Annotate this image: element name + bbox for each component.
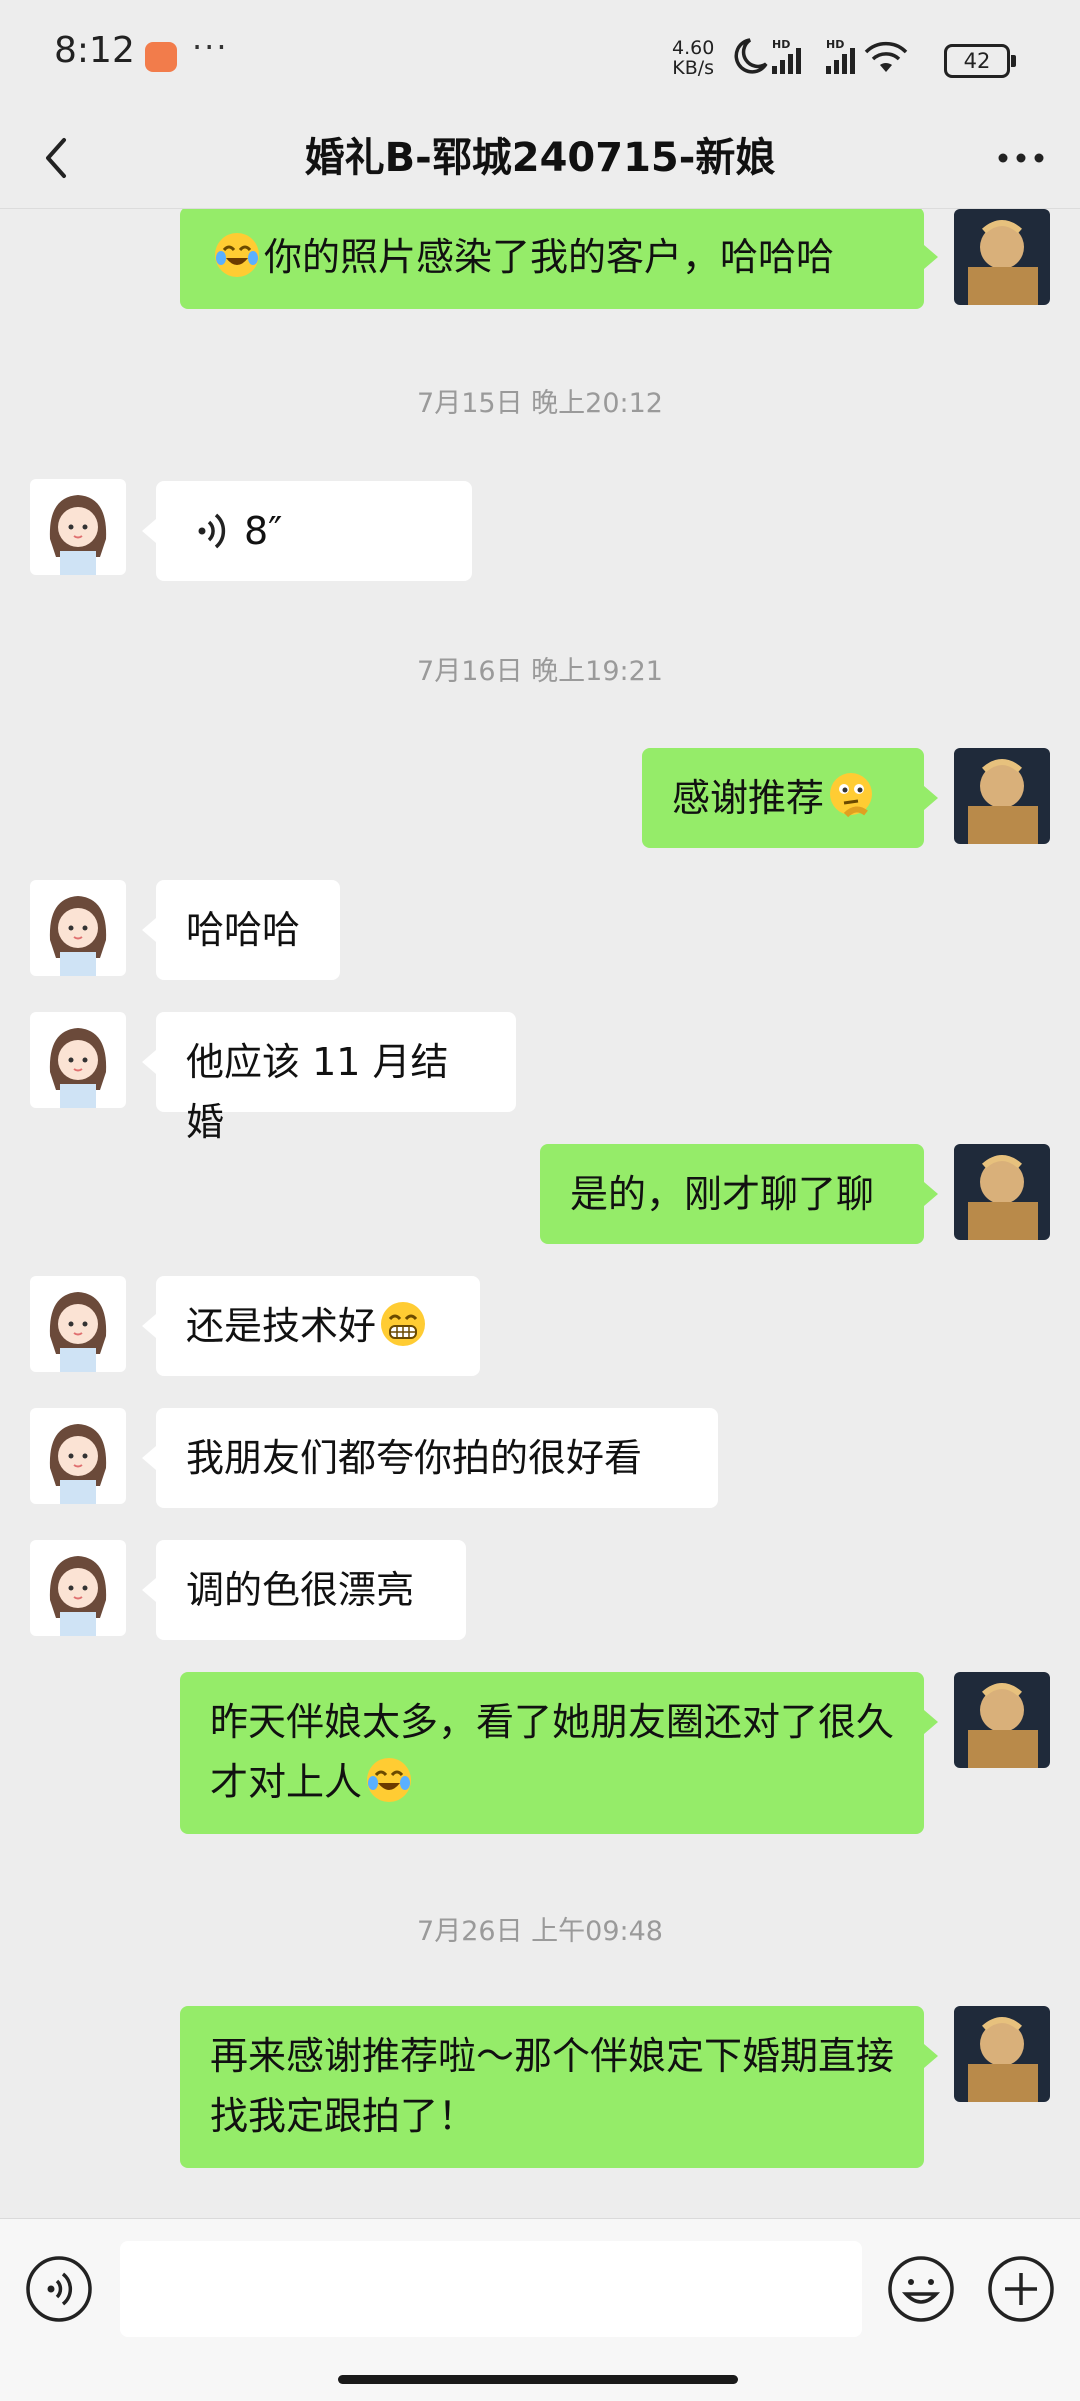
avatar-contact[interactable] [30,1540,126,1636]
plus-icon [988,2256,1054,2322]
message-text: 再来感谢推荐啦～那个伴娘定下婚期直接找我定跟拍了！ [210,2034,895,2138]
chevron-left-icon [46,138,66,178]
more-dots-icon [998,153,1044,163]
more-options-button[interactable] [986,128,1056,188]
wifi-icon [864,41,908,72]
message-bubble-in[interactable]: 调的色很漂亮 [142,1540,466,1640]
message-text: 是的，刚才聊了聊 [570,1172,875,1216]
avatar-self[interactable] [954,748,1050,844]
svg-text:HD: HD [772,38,790,51]
message-bubble-in[interactable]: 他应该 11 月结婚 [142,1012,516,1144]
chat-header: 婚礼B-郓城240715-新娘 [0,110,1080,209]
status-time: 8:12 [54,30,135,71]
chat-messages[interactable]: 你的照片感染了我的客户，哈哈哈 7月15日 晚上20:12 8″ 7月16日 晚… [0,209,1080,2217]
message-bubble-in[interactable]: 哈哈哈 [142,880,340,980]
status-bar: 8:12 ··· 4.60 KB/s HD HD 42 [0,0,1080,110]
voice-icon [26,2256,92,2322]
message-bubble-in[interactable]: 我朋友们都夸你拍的很好看 [142,1408,718,1508]
home-indicator[interactable] [338,2375,738,2384]
message-text: 他应该 11 月结婚 [186,1040,449,1144]
timestamp: 7月16日 晚上19:21 [417,656,663,687]
grin-emoji-icon [381,1302,426,1346]
thinking-emoji-icon [830,773,873,818]
chat-title: 婚礼B-郓城240715-新娘 [304,135,776,181]
status-icons: HD HD [734,38,908,74]
avatar-contact[interactable] [30,1276,126,1372]
message-bubble-out[interactable]: 你的照片感染了我的客户，哈哈哈 [180,209,938,309]
emoji-button[interactable] [886,2254,956,2324]
message-bubble-out[interactable]: 昨天伴娘太多，看了她朋友圈还对了很久才对上人 [180,1672,938,1834]
message-bubble-in[interactable]: 还是技术好 [142,1276,480,1376]
voice-input-button[interactable] [24,2254,94,2324]
message-bubble-out[interactable]: 是的，刚才聊了聊 [540,1144,938,1244]
voice-message[interactable]: 8″ [142,481,472,581]
message-input[interactable] [120,2241,862,2337]
message-text: 你的照片感染了我的客户，哈哈哈 [264,235,835,279]
avatar-self[interactable] [954,2006,1050,2102]
avatar-contact[interactable] [30,479,126,575]
avatar-contact[interactable] [30,1012,126,1108]
battery-icon: 42 [944,44,1016,78]
laugh-cry-emoji-icon [215,233,259,277]
notification-app-icon [145,42,177,72]
voice-wave-icon [198,513,226,549]
more-functions-button[interactable] [986,2254,1056,2324]
network-speed-value: 4.60 [672,37,715,59]
message-text: 哈哈哈 [186,908,301,952]
message-text: 昨天伴娘太多，看了她朋友圈还对了很久才对上人 [210,1700,895,1804]
message-text: 还是技术好 [186,1304,377,1348]
voice-duration: 8″ [244,509,283,553]
back-button[interactable] [28,128,88,188]
more-dots-icon: ··· [192,28,229,66]
avatar-self[interactable] [954,209,1050,305]
avatar-self[interactable] [954,1672,1050,1768]
network-speed: 4.60 KB/s [672,38,714,78]
avatar-contact[interactable] [30,1408,126,1504]
message-text: 调的色很漂亮 [186,1568,415,1612]
input-bar [0,2218,1080,2401]
avatar-contact[interactable] [30,880,126,976]
network-speed-unit: KB/s [672,57,715,79]
timestamp: 7月15日 晚上20:12 [417,388,663,419]
avatar-self[interactable] [954,1144,1050,1240]
svg-text:HD: HD [826,38,844,51]
hd-signal-icon: HD [772,38,801,74]
message-bubble-out[interactable]: 感谢推荐 [642,748,938,848]
hd-signal-icon: HD [826,38,855,74]
message-text: 我朋友们都夸你拍的很好看 [186,1436,643,1480]
laugh-cry-emoji-icon [367,1758,412,1802]
smiley-icon [888,2256,954,2322]
message-bubble-out[interactable]: 再来感谢推荐啦～那个伴娘定下婚期直接找我定跟拍了！ [180,2006,938,2168]
timestamp: 7月26日 上午09:48 [417,1916,663,1947]
message-text: 感谢推荐 [672,776,825,820]
moon-icon [734,38,768,74]
